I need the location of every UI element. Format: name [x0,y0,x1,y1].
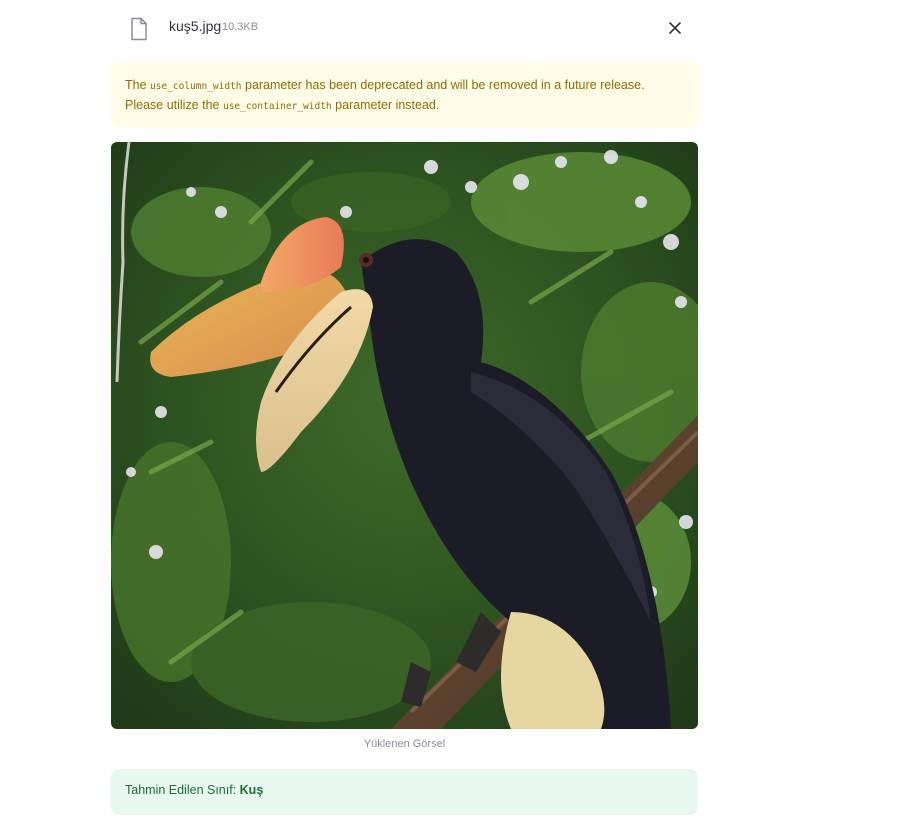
warning-code-1: use_column_width [150,81,242,92]
file-size: 10.3KB [222,21,259,33]
prediction-value: Kuş [239,783,264,797]
file-icon [129,17,149,41]
prediction-result: Tahmin Edilen Sınıf: Kuş [111,769,698,815]
uploaded-image [111,142,698,729]
close-icon[interactable] [666,19,684,37]
deprecation-warning: The use_column_width parameter has been … [111,62,698,128]
file-name: kuş5.jpg [169,18,222,34]
app-page: kuş5.jpg 10.3KB The use_column_width par… [0,0,907,828]
warning-code-2: use_container_width [222,101,332,112]
prediction-label: Tahmin Edilen Sınıf: [125,783,240,797]
warning-text-3: parameter instead. [331,98,440,112]
warning-text-1: The [125,78,151,92]
image-caption: Yüklenen Görsel [363,738,446,750]
uploaded-file-row: kuş5.jpg 10.3KB [111,10,698,46]
